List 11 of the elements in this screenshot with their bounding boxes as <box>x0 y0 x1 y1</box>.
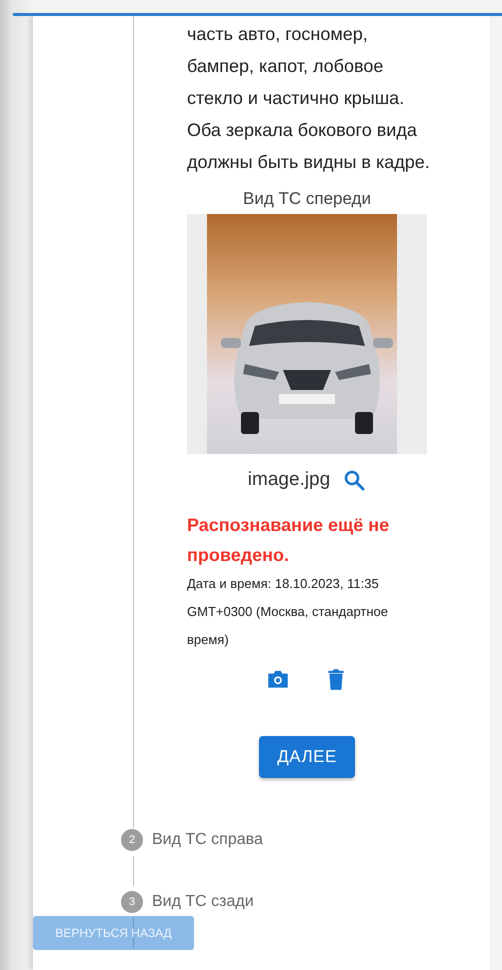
step-label[interactable]: Вид ТС справа <box>152 831 263 849</box>
search-icon[interactable] <box>342 468 366 492</box>
file-name: image.jpg <box>248 469 330 491</box>
step-label[interactable]: Вид ТС сзади <box>152 893 254 911</box>
datetime-text: Дата и время: 18.10.2023, 11:35 GMT+0300 (Москва, стандартное время) <box>187 575 390 649</box>
recognition-status: Распознавание ещё не проведено. <box>187 514 390 567</box>
photo-caption: Вид ТС спереди <box>242 188 372 210</box>
next-button[interactable]: ДАЛЕЕ <box>259 736 355 778</box>
step-number: 3 <box>121 891 143 913</box>
step-number: 2 <box>121 829 143 851</box>
instructions-text: часть авто, госномер, бампер, капот, лобовое стекло и частично крыша. Оба зеркала бокового вида должны быть видны в кадре. <box>187 23 431 174</box>
